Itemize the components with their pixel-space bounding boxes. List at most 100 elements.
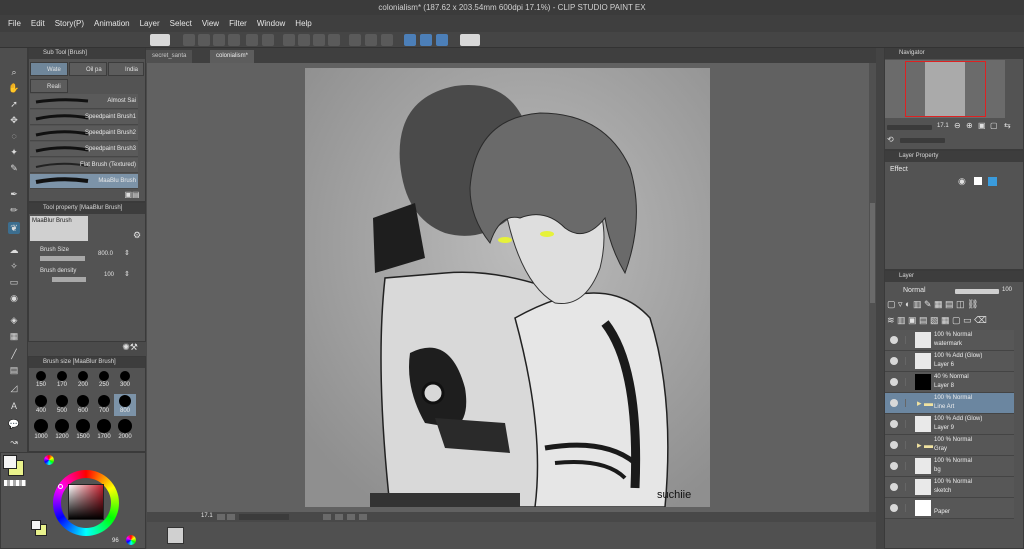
navigator-preview[interactable] [885,60,1005,118]
rotate-slider-icon[interactable]: ⟲ [887,135,894,144]
operation-tool-icon[interactable]: ➚ [8,98,20,110]
deselect-icon[interactable] [349,34,361,46]
stepper-icon[interactable]: ⇕ [124,249,130,257]
snap-grid-icon[interactable] [436,34,448,46]
undo-icon[interactable] [246,34,258,46]
brush-item[interactable]: Speedpaint Brush3 [30,142,138,157]
hue-marker[interactable] [58,484,63,489]
layer-row[interactable]: 100 % Add (Glow) Layer 6 [885,351,1014,372]
save-icon[interactable] [213,34,225,46]
tone-effect-icon[interactable] [974,177,982,185]
layer-lock-toggle[interactable] [905,336,910,344]
blend-tool-icon[interactable]: ◉ [8,292,20,304]
flip-horizontal-icon[interactable]: ⇆ [1004,121,1011,130]
menu-select[interactable]: Select [165,15,197,32]
visibility-eye-icon[interactable] [890,504,898,512]
pen-tool-icon[interactable]: ✒ [8,188,20,200]
eraser-tool-icon[interactable]: ▭ [8,276,20,288]
selection-tool-icon[interactable]: ◌ [8,130,20,142]
zoom-out-icon[interactable] [217,514,225,520]
correct-line-tool-icon[interactable]: ↝ [8,436,20,448]
menu-layer[interactable]: Layer [135,15,165,32]
zoom-in-icon[interactable] [227,514,235,520]
brush-size-option[interactable]: 1200 [51,418,73,440]
artwork-canvas[interactable]: suchiie [305,68,710,507]
gradient-tool-icon[interactable]: ▦ [8,330,20,342]
canvas-zoom-value[interactable]: 17.1 [201,513,213,519]
menu-edit[interactable]: Edit [26,15,50,32]
save-dropdown-icon[interactable] [228,34,240,46]
subtool-tab-oil-paint[interactable]: Oil pa [69,62,107,76]
visibility-eye-icon[interactable] [890,399,898,407]
brush-size-option[interactable]: 1500 [72,418,94,440]
layer-lock-toggle[interactable] [905,357,910,365]
visibility-eye-icon[interactable] [890,357,898,365]
brush-item[interactable]: Speedpaint Brush2 [30,126,138,141]
brush-density-value[interactable]: 100 [104,272,114,278]
layer-row[interactable]: 100 % Add (Glow) Layer 9 [885,414,1014,435]
brush-size-option[interactable]: 700 [93,394,115,416]
layer-row[interactable]: 100 % Normal sketch [885,477,1014,498]
menu-view[interactable]: View [197,15,224,32]
main-color-mini[interactable] [31,520,41,530]
brush-size-option[interactable]: 150 [30,370,52,392]
subtool-tab-watercolor[interactable]: Wate [30,62,68,76]
brush-item-selected[interactable]: MaaBlu Brush [30,174,138,189]
wrench-icon[interactable]: ⚙ [131,230,143,241]
fill-icon[interactable] [313,34,325,46]
brush-item[interactable]: Flat Brush (Textured) [30,158,138,173]
brush-density-slider[interactable] [52,277,86,282]
snap-special-ruler-icon[interactable] [420,34,432,46]
folder-icon[interactable]: ▸ ▬ [917,398,933,409]
actual-size-icon[interactable]: ▢ [990,121,998,130]
clip-studio-icon[interactable] [150,34,170,46]
fill-tool-icon[interactable]: ◈ [8,314,20,326]
redo-icon[interactable] [262,34,274,46]
main-color-swatch[interactable] [3,455,17,469]
menu-story[interactable]: Story(P) [50,15,89,32]
property-settings-icon[interactable]: ✺⚒ [118,342,142,353]
clear-outside-icon[interactable] [298,34,310,46]
navigator-rotate-slider[interactable] [900,138,945,143]
stepper-icon[interactable]: ⇕ [124,270,130,278]
zoom-slider[interactable] [239,514,289,520]
color-wheel-tab-icon[interactable] [44,455,54,465]
canvas-vertical-scrollbar[interactable] [869,63,876,512]
layer-row[interactable]: 40 % Normal Layer 8 [885,372,1014,393]
transform-icon[interactable] [328,34,340,46]
folder-icon[interactable]: ▸ ▬ [917,440,933,451]
visibility-eye-icon[interactable] [890,441,898,449]
open-folder-icon[interactable] [198,34,210,46]
layer-lock-toggle[interactable] [905,504,910,512]
fit-to-window-icon[interactable]: ▣ [978,121,986,130]
ruler-tool-icon[interactable]: ◿ [8,382,20,394]
blend-mode-select[interactable]: Normal [903,287,926,294]
layer-toolbar-icons-2[interactable]: ≋ ▥ ▣ ▤ ▧ ▦ ▢ ▭ ⌫ [887,315,987,326]
brush-size-option[interactable]: 170 [51,370,73,392]
brush-size-option[interactable]: 200 [72,370,94,392]
layer-row[interactable]: ▸ ▬ 100 % Normal Gray [885,435,1014,456]
layer-row[interactable]: 100 % Normal watermark [885,330,1014,351]
brush-size-option[interactable]: 600 [72,394,94,416]
clear-icon[interactable] [283,34,295,46]
pencil-tool-icon[interactable]: ✏ [8,204,20,216]
navigator-zoom-slider[interactable] [887,125,932,130]
transparent-color-swatch[interactable] [4,480,26,486]
visibility-eye-icon[interactable] [890,378,898,386]
brush-size-option[interactable]: 1000 [30,418,52,440]
snap-ruler-icon[interactable] [404,34,416,46]
subtool-actions-icon[interactable]: ▣▤ [120,190,144,199]
brush-size-option[interactable]: 800 [114,394,136,416]
layer-opacity-value[interactable]: 100 [1002,287,1012,293]
move-layer-icon[interactable]: ✥ [8,114,20,126]
reset-rotation-icon[interactable] [347,514,355,520]
layer-lock-toggle[interactable] [905,462,910,470]
menu-animation[interactable]: Animation [89,15,135,32]
brush-item[interactable]: Almost Sai [30,94,138,109]
balloon-tool-icon[interactable]: 💬 [8,418,20,430]
menu-file[interactable]: File [3,15,26,32]
navigator-zoom-in-icon[interactable]: ⊕ [966,121,973,130]
layer-color-effect-icon[interactable] [988,177,997,186]
brush-size-value[interactable]: 800.0 [98,251,113,257]
layer-opacity-slider[interactable] [955,289,999,294]
